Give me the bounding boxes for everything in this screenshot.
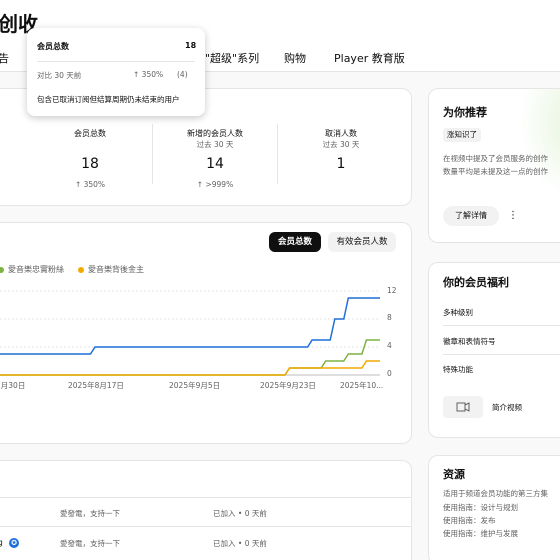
stat-total-label: 会员总数 (74, 129, 106, 138)
decorative-gradient (519, 89, 560, 199)
tooltip-note: 包含已取消订阅但结算周期仍未结束的用户 (37, 95, 180, 104)
tooltip-compare-change: ↑ 350% (133, 70, 164, 79)
y-tick-label: 8 (387, 313, 392, 322)
perks-title: 你的会员福利 (443, 276, 509, 289)
line-chart (0, 290, 380, 376)
tab-supers[interactable]: "超级"系列 (205, 50, 259, 66)
divider (0, 526, 411, 527)
active-members-toggle[interactable]: 有效会员人数 (328, 232, 396, 252)
stat-new-value: 14 (206, 156, 224, 172)
member-level: 愛發電，支持一下 (60, 509, 120, 518)
stat-cancel-sub: 过去 30 天 (322, 140, 360, 149)
tooltip: 会员总数 18 对比 30 天前 ↑ 350% (4) 包含已取消订阅但结算周期… (27, 28, 205, 116)
resource-link[interactable]: 使用指南：发布 (443, 515, 496, 526)
stat-new-trend: ↑ >999% (196, 180, 234, 189)
total-members-toggle[interactable]: 会员总数 (269, 232, 321, 252)
resource-link[interactable]: 使用指南：维护与发展 (443, 528, 518, 539)
video-camera-icon (456, 402, 470, 412)
video-thumbnail[interactable] (443, 396, 483, 418)
legend-dot (0, 266, 4, 273)
legend-label: 愛音樂忠實粉絲 (8, 265, 64, 274)
y-tick-label: 12 (387, 286, 397, 295)
series-line-1[interactable] (0, 339, 380, 376)
tab-shopping[interactable]: 购物 (284, 50, 306, 66)
x-tick-label: 2025年9月5日 (169, 381, 221, 390)
x-tick-label: 7月30日 (0, 381, 26, 390)
resources-title: 资源 (443, 468, 465, 481)
legend-fans: 愛音樂忠實粉絲 (0, 264, 64, 275)
divider (37, 61, 195, 62)
divider (152, 124, 153, 184)
divider (443, 354, 560, 355)
recommend-title: 为你推荐 (443, 106, 487, 119)
tab-player-edu[interactable]: Player 教育版 (334, 50, 405, 66)
y-tick-label: 4 (387, 341, 392, 350)
divider (0, 497, 411, 498)
series-line-2[interactable] (0, 360, 380, 376)
resources-text: 适用于频道会员功能的第三方集 (443, 489, 548, 498)
member-level: 愛發電，支持一下 (60, 539, 120, 548)
x-tick-label: 2025年10... (340, 381, 384, 390)
divider (443, 325, 560, 326)
tooltip-value: 18 (185, 41, 197, 50)
learn-more-button[interactable]: 了解详情 (443, 206, 499, 226)
member-badge-icon: ✪ (9, 538, 19, 548)
legend-dot (78, 266, 84, 273)
stat-total-trend: ↑ 350% (74, 180, 106, 189)
stat-cancel-label: 取消人数 (325, 129, 357, 138)
recommend-text: 在视频中提及了会员服务的创作 (443, 154, 548, 163)
recommend-text: 数量平均是未提及这一点的创作 (443, 167, 548, 176)
stat-cancel-value: 1 (336, 156, 346, 172)
perk-item[interactable]: 多种级别 (443, 307, 473, 318)
stat-total-value: 18 (81, 156, 99, 172)
member-name[interactable]: g (0, 538, 3, 547)
tooltip-compare-label: 对比 30 天前 (37, 71, 82, 80)
stat-new-label: 新增的会员人数 (187, 129, 243, 138)
perk-item[interactable]: 徽章和表情符号 (443, 336, 496, 347)
tooltip-compare-prev: (4) (177, 70, 188, 79)
tab-ads[interactable]: 告 (0, 50, 9, 66)
perk-item[interactable]: 特殊功能 (443, 364, 473, 375)
more-options-icon[interactable]: ⋮ (507, 206, 519, 226)
x-tick-label: 2025年9月23日 (260, 381, 316, 390)
series-line-0[interactable] (0, 297, 380, 355)
x-tick-label: 2025年8月17日 (68, 381, 124, 390)
legend-label: 愛音樂背後金主 (88, 265, 144, 274)
member-status: 已加入 • 0 天前 (213, 509, 267, 518)
recommend-badge: 涨知识了 (443, 128, 481, 142)
member-status: 已加入 • 0 天前 (213, 539, 267, 548)
video-label[interactable]: 简介视频 (492, 402, 522, 413)
divider (277, 124, 278, 184)
resource-link[interactable]: 使用指南：设计与规划 (443, 502, 518, 513)
legend-sponsors: 愛音樂背後金主 (78, 264, 144, 275)
y-tick-label: 0 (387, 369, 392, 378)
tooltip-title: 会员总数 (37, 42, 69, 51)
stat-new-sub: 过去 30 天 (196, 140, 234, 149)
